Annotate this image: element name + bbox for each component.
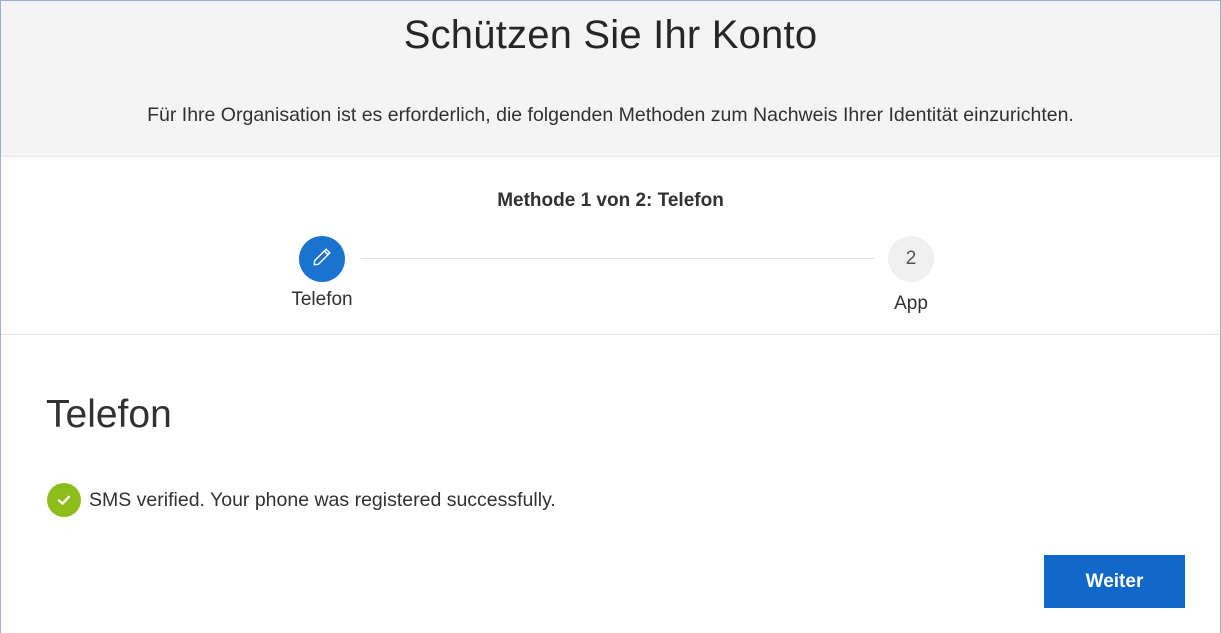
pencil-icon [311, 246, 333, 273]
page-title: Schützen Sie Ihr Konto [403, 13, 818, 57]
status-text: SMS verified. Your phone was registered … [89, 488, 556, 511]
step-2-indicator: 2 [888, 236, 934, 282]
page-header: Schützen Sie Ihr Konto Für Ihre Organisa… [1, 1, 1220, 157]
checkmark-icon [47, 483, 81, 517]
step-1-indicator [299, 236, 345, 282]
progress-caption: Methode 1 von 2: Telefon [497, 190, 724, 211]
setup-dialog: Schützen Sie Ihr Konto Für Ihre Organisa… [0, 0, 1221, 633]
step-2-number: 2 [905, 248, 917, 269]
method-progress: Methode 1 von 2: Telefon Telefon 2 App [1, 157, 1220, 335]
page-subtitle: Für Ihre Organisation ist es erforderlic… [147, 104, 1074, 126]
step-2-label: App [894, 293, 928, 314]
step-1-label: Telefon [291, 289, 353, 310]
status-message: SMS verified. Your phone was registered … [47, 483, 556, 517]
step-connector-line [361, 258, 874, 259]
section-title: Telefon [46, 393, 172, 436]
next-button[interactable]: Weiter [1044, 555, 1185, 608]
